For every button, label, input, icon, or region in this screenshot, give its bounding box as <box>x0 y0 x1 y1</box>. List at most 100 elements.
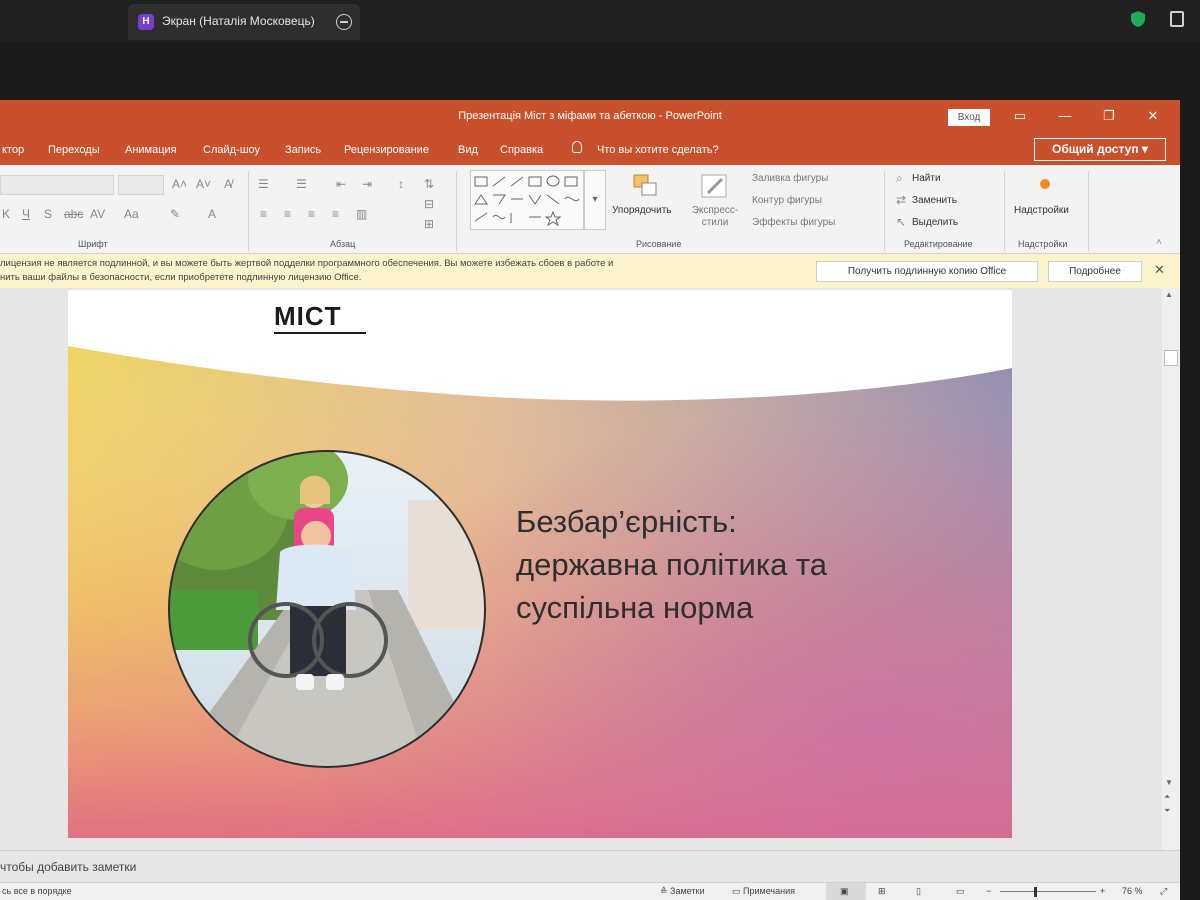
font-name-box[interactable] <box>0 175 114 195</box>
next-slide-icon[interactable]: ⏷ <box>1164 806 1170 816</box>
bullets-icon[interactable]: ☰ <box>258 177 269 191</box>
align-text-icon[interactable]: ⊟ <box>424 197 434 211</box>
find-button[interactable]: Найти <box>912 173 941 184</box>
shape-effects-button[interactable]: Эффекты фигуры <box>752 217 835 228</box>
zoom-level[interactable]: 76 % <box>1122 886 1143 896</box>
text-direction-icon[interactable]: ⇅ <box>424 177 434 191</box>
align-left-icon[interactable]: ≡ <box>260 207 267 221</box>
char-spacing-icon[interactable]: AV <box>90 207 105 221</box>
increase-font-icon[interactable]: A˄ <box>172 177 187 191</box>
close-warning-icon[interactable]: ✕ <box>1154 262 1165 278</box>
smartart-icon[interactable]: ⊞ <box>424 217 434 231</box>
document-title: Презентація Міст з міфами та абеткою - P… <box>458 110 722 122</box>
decrease-font-icon[interactable]: A˅ <box>196 177 211 191</box>
decrease-indent-icon[interactable]: ⇤ <box>336 177 346 191</box>
tab-record[interactable]: Запись <box>285 144 321 156</box>
title-bar: Презентація Міст з міфами та абеткою - P… <box>0 100 1180 133</box>
get-genuine-office-button[interactable]: Получить подлинную копию Office <box>816 261 1038 282</box>
tab-design[interactable]: ктор <box>2 144 24 156</box>
shape-fill-button[interactable]: Заливка фигуры <box>752 173 828 184</box>
comments-button[interactable]: ▭ Примечания <box>732 886 795 897</box>
highlight-icon[interactable]: ✎ <box>170 207 180 221</box>
group-drawing-label: Рисование <box>636 239 682 249</box>
notes-button[interactable]: ≙ Заметки <box>660 886 704 897</box>
meeting-backdrop <box>0 42 1200 100</box>
quick-styles-button[interactable]: Экспресс-стили <box>688 205 742 229</box>
tab-animations[interactable]: Анимация <box>125 144 177 156</box>
vertical-scrollbar[interactable]: ▲ ▼ ⏶ ⏷ <box>1162 288 1180 854</box>
share-button-label: Общий доступ <box>1052 142 1139 156</box>
separator <box>248 171 249 251</box>
fit-to-window-icon[interactable]: ⤢ <box>1160 886 1167 897</box>
tab-help[interactable]: Справка <box>500 144 543 156</box>
minimize-icon[interactable]: — <box>1055 106 1075 126</box>
zoom-slider[interactable] <box>1000 891 1096 892</box>
font-size-box[interactable] <box>118 175 164 195</box>
license-warning-text: лицензия не является подлинной, и вы мож… <box>0 257 790 285</box>
slideshow-icon[interactable]: ▭ <box>956 886 965 897</box>
columns-icon[interactable]: ▥ <box>356 207 367 221</box>
addins-button[interactable]: Надстройки <box>1014 205 1069 216</box>
increase-indent-icon[interactable]: ⇥ <box>362 177 372 191</box>
quick-styles-icon <box>701 174 727 198</box>
change-case-icon[interactable]: Aa <box>124 207 139 221</box>
share-screen-icon[interactable] <box>1170 11 1184 27</box>
justify-icon[interactable]: ≡ <box>332 207 339 221</box>
underline-icon[interactable]: Ч <box>22 207 30 221</box>
login-button[interactable]: Вход <box>948 109 990 126</box>
zoom-slider-thumb[interactable] <box>1034 887 1037 897</box>
notes-placeholder: чтобы добавить заметки <box>0 860 137 874</box>
close-icon[interactable]: ✕ <box>1143 106 1163 126</box>
arrange-button[interactable]: Упорядочить <box>612 205 672 216</box>
tab-review[interactable]: Рецензирование <box>344 144 429 156</box>
license-warning-line2: нить ваши файлы в безопасности, если при… <box>0 272 362 283</box>
clear-format-icon[interactable]: A̸ <box>224 177 232 191</box>
tab-view[interactable]: Вид <box>458 144 478 156</box>
numbering-icon[interactable]: ☰ <box>296 177 307 191</box>
zoom-in-icon[interactable]: + <box>1100 886 1105 896</box>
zoom-out-icon[interactable]: − <box>986 886 991 896</box>
accessibility-status[interactable]: сь все в порядке <box>2 886 72 896</box>
slide-title-line3: суспільна норма <box>516 590 754 625</box>
group-editing-label: Редактирование <box>904 239 973 249</box>
addins-icon <box>1040 179 1050 189</box>
notes-pane[interactable]: чтобы добавить заметки <box>0 850 1180 883</box>
collapse-ribbon-icon[interactable]: ˄ <box>1156 237 1162 248</box>
stop-share-icon[interactable] <box>336 14 352 30</box>
separator <box>1088 171 1089 251</box>
previous-slide-icon[interactable]: ⏶ <box>1164 792 1170 802</box>
shapes-more-icon[interactable]: ▾ <box>584 170 606 230</box>
ribbon: A˄ A˅ A̸ K Ч S abc AV Aa ✎ A Шрифт ☰ ☰ ⇤… <box>0 165 1180 254</box>
logo-underline <box>274 332 366 334</box>
license-warning-line1: лицензия не является подлинной, и вы мож… <box>0 258 614 269</box>
tell-me-search[interactable]: Что вы хотите сделать? <box>597 144 719 156</box>
slide-title: Безбар’єрність: державна політика та сус… <box>516 500 827 629</box>
learn-more-button[interactable]: Подробнее <box>1048 261 1142 282</box>
italic-icon[interactable]: K <box>2 207 10 221</box>
line-spacing-icon[interactable]: ↕ <box>398 177 404 191</box>
restore-icon[interactable]: ❐ <box>1099 106 1119 126</box>
shape-outline-button[interactable]: Контур фигуры <box>752 195 822 206</box>
ribbon-display-icon[interactable]: ▭ <box>1010 106 1030 126</box>
select-button[interactable]: Выделить <box>912 217 958 228</box>
scrollbar-thumb[interactable] <box>1164 350 1178 366</box>
powerpoint-window: Презентація Міст з міфами та абеткою - P… <box>0 100 1180 900</box>
shadow-icon[interactable]: S <box>44 207 52 221</box>
share-button[interactable]: Общий доступ ▾ <box>1034 138 1166 161</box>
reading-view-icon[interactable]: ▯ <box>916 886 921 897</box>
align-center-icon[interactable]: ≡ <box>284 207 291 221</box>
current-slide[interactable]: MICT Безбар’єрність: державна політика т… <box>68 290 1012 838</box>
scroll-up-icon[interactable]: ▲ <box>1165 290 1173 299</box>
align-right-icon[interactable]: ≡ <box>308 207 315 221</box>
slide-sorter-icon[interactable]: ⊞ <box>878 886 886 897</box>
font-color-icon[interactable]: A <box>208 207 216 221</box>
tab-slideshow[interactable]: Слайд-шоу <box>203 144 260 156</box>
separator <box>1004 171 1005 251</box>
scroll-down-icon[interactable]: ▼ <box>1165 778 1173 787</box>
shapes-gallery[interactable] <box>470 170 584 230</box>
strikethrough-icon[interactable]: abc <box>64 207 83 221</box>
search-icon: ⌕ <box>896 171 903 185</box>
replace-button[interactable]: Заменить <box>912 195 957 206</box>
screen-share-tab[interactable]: Н Экран (Наталія Московець) <box>128 4 360 40</box>
tab-transitions[interactable]: Переходы <box>48 144 100 156</box>
